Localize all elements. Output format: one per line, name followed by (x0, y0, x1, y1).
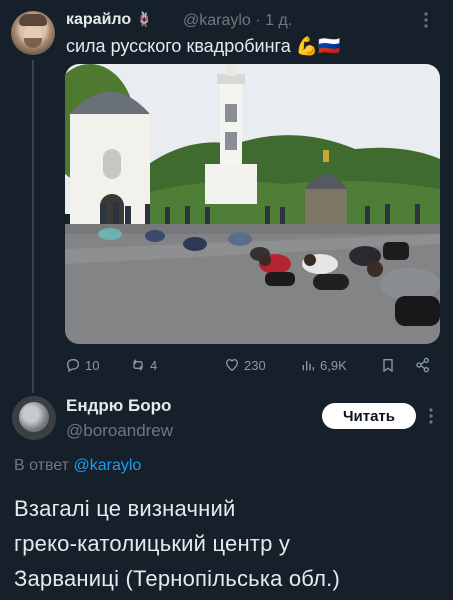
bookmark-icon (383, 359, 393, 373)
bookmark-button[interactable] (380, 357, 396, 373)
author-avatar[interactable] (11, 11, 55, 55)
tweet-actions: 10 4 230 6,9K (65, 357, 440, 375)
reply-button[interactable]: 10 (65, 357, 99, 373)
author-emoji: 🪢 (135, 11, 154, 27)
reply-context: В ответ @karaylo (14, 457, 142, 474)
reply-icon (66, 359, 80, 373)
share-icon (416, 357, 429, 373)
reply-author-handle[interactable]: @boroandrew (66, 421, 173, 441)
reply-mention-link[interactable]: @karaylo (73, 457, 141, 474)
reply-text-line: Зарваниці (Тернопільська обл.) (14, 566, 340, 591)
views-button[interactable]: 6,9K (300, 357, 347, 373)
retweet-button[interactable]: 4 (130, 357, 157, 373)
thread-line (32, 60, 34, 393)
reply-text-line: Взагалі це визначний (14, 496, 236, 521)
tweet-emojis: 💪🇷🇺 (295, 36, 341, 56)
retweet-icon (133, 359, 143, 371)
more-icon[interactable] (428, 408, 434, 428)
reply-author-avatar[interactable] (12, 396, 56, 440)
share-button[interactable] (415, 357, 431, 373)
views-icon (302, 361, 314, 371)
more-icon[interactable] (423, 12, 429, 32)
tweet-text: сила русского квадробинга 💪🇷🇺 (66, 36, 341, 56)
tweet-author-handle[interactable]: @karaylo · 1 д. (183, 12, 292, 30)
like-icon (225, 358, 239, 372)
tweet-photo[interactable] (65, 64, 440, 344)
reply-text-line: греко-католицький центр у (14, 531, 291, 556)
separator: · (255, 12, 261, 29)
tweet-author-name[interactable]: карайло 🪢 (66, 11, 153, 29)
follow-button[interactable]: Читать (322, 403, 416, 429)
reply-author-name[interactable]: Ендрю Боро (66, 396, 171, 416)
like-button[interactable]: 230 (224, 357, 266, 373)
tweet-time[interactable]: 1 д. (265, 12, 292, 29)
